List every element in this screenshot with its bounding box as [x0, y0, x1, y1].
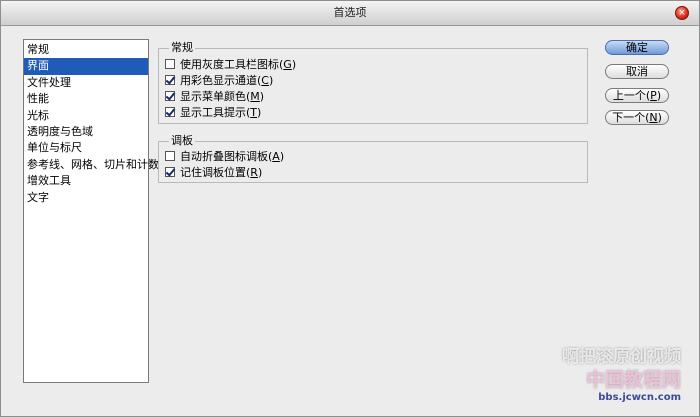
option-label: 显示工具提示(T) — [180, 106, 262, 119]
preferences-dialog: 首选项 × 常规 界面 文件处理 性能 光标 透明度与色域 单位与标尺 参考线、… — [0, 0, 700, 417]
option-label: 使用灰度工具栏图标(G) — [180, 58, 297, 71]
menu-colors-checkbox[interactable] — [165, 91, 175, 101]
option-tool-tips[interactable]: 显示工具提示(T) — [165, 106, 261, 120]
previous-button[interactable]: 上一个(P) — [605, 88, 669, 103]
next-label: 下一个 — [612, 111, 646, 124]
category-item-general[interactable]: 常规 — [24, 42, 148, 58]
close-icon: × — [678, 8, 686, 18]
option-grayscale-toolbar-icons[interactable]: 使用灰度工具栏图标(G) — [165, 58, 296, 72]
category-item-interface[interactable]: 界面 — [24, 58, 148, 75]
category-item-plugins[interactable]: 增效工具 — [24, 173, 148, 189]
option-label: 用彩色显示通道(C) — [180, 74, 274, 87]
option-label: 记住调板位置(R) — [180, 166, 263, 179]
previous-label: 上一个 — [612, 89, 646, 102]
watermark-line2: 中国教程网 — [585, 369, 681, 391]
color-channels-checkbox[interactable] — [165, 75, 175, 85]
previous-mnemonic: P — [650, 89, 657, 102]
title-bar: 首选项 × — [1, 1, 699, 26]
option-label: 显示菜单颜色(M) — [180, 90, 265, 103]
category-item-guides-grid-slices[interactable]: 参考线、网格、切片和计数 — [24, 157, 159, 173]
category-item-type[interactable]: 文字 — [24, 190, 148, 206]
panels-group: 调板 自动折叠图标调板(A) 记住调板位置(R) — [158, 134, 588, 183]
watermark-line3: bbs.jcwcn.com — [598, 392, 681, 403]
category-item-performance[interactable]: 性能 — [24, 91, 148, 107]
next-mnemonic: N — [649, 111, 658, 124]
category-item-units-rulers[interactable]: 单位与标尺 — [24, 140, 148, 156]
general-group: 常规 使用灰度工具栏图标(G) 用彩色显示通道(C) 显示菜单颜色(M) 显示工… — [158, 41, 588, 124]
tool-tips-checkbox[interactable] — [165, 107, 175, 117]
category-list[interactable]: 常规 界面 文件处理 性能 光标 透明度与色域 单位与标尺 参考线、网格、切片和… — [23, 39, 159, 383]
remember-panel-locations-checkbox[interactable] — [165, 167, 175, 177]
category-item-cursors[interactable]: 光标 — [24, 108, 148, 124]
dialog-title: 首选项 — [333, 6, 367, 19]
option-label: 自动折叠图标调板(A) — [180, 150, 285, 163]
auto-collapse-panels-checkbox[interactable] — [165, 151, 175, 161]
grayscale-toolbar-icons-checkbox[interactable] — [165, 59, 175, 69]
category-item-transparency-gamut[interactable]: 透明度与色域 — [24, 124, 148, 140]
next-button[interactable]: 下一个(N) — [605, 110, 669, 125]
category-item-file-handling[interactable]: 文件处理 — [24, 75, 148, 91]
watermark-line1: 啊把滚原创视频 — [562, 347, 681, 367]
option-auto-collapse-panels[interactable]: 自动折叠图标调板(A) — [165, 150, 284, 164]
close-button[interactable]: × — [675, 6, 689, 20]
cancel-button[interactable]: 取消 — [605, 64, 669, 79]
watermark: 啊把滚原创视频 中国教程网 bbs.jcwcn.com — [562, 346, 681, 404]
option-remember-panel-locations[interactable]: 记住调板位置(R) — [165, 166, 262, 180]
option-color-channels[interactable]: 用彩色显示通道(C) — [165, 74, 273, 88]
general-group-title: 常规 — [169, 41, 195, 55]
panels-group-title: 调板 — [169, 134, 195, 148]
ok-button[interactable]: 确定 — [605, 40, 669, 55]
option-menu-colors[interactable]: 显示菜单颜色(M) — [165, 90, 264, 104]
